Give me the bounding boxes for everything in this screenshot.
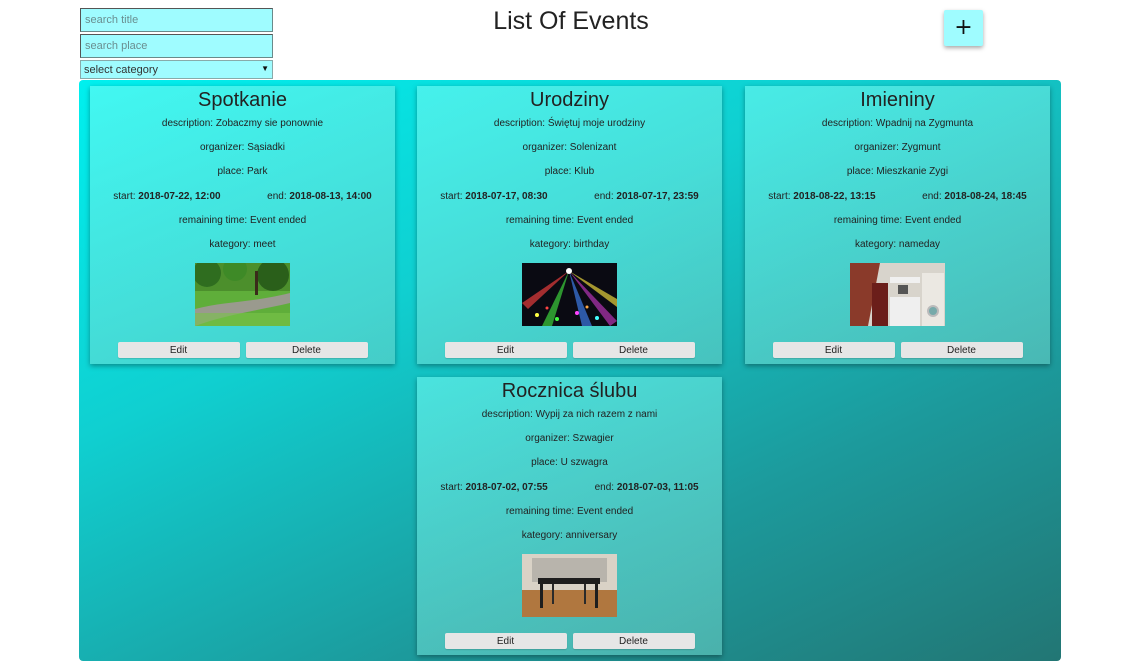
event-start: start: 2018-07-17, 08:30: [440, 191, 548, 202]
event-organizer: organizer: Solenizant: [522, 142, 617, 153]
event-end: end: 2018-08-13, 14:00: [267, 191, 372, 202]
event-image-park: [195, 263, 290, 326]
delete-button[interactable]: Delete: [572, 633, 695, 649]
event-remaining-time: remaining time: Event ended: [833, 215, 962, 226]
event-actions: Edit Delete: [90, 342, 395, 358]
event-description: description: Wpadnij na Zygmunta: [821, 118, 974, 129]
edit-button[interactable]: Edit: [444, 633, 567, 649]
event-times: start: 2018-08-22, 13:15 end: 2018-08-24…: [745, 191, 1050, 203]
event-actions: Edit Delete: [417, 633, 722, 649]
event-end: end: 2018-07-03, 11:05: [594, 482, 699, 493]
event-card: Spotkanie description: Zobaczmy sie pono…: [90, 86, 395, 364]
event-image-table: [522, 554, 617, 617]
event-end: end: 2018-07-17, 23:59: [594, 191, 699, 202]
event-times: start: 2018-07-22, 12:00 end: 2018-08-13…: [90, 191, 395, 203]
event-category: kategory: birthday: [529, 239, 610, 250]
events-container: Spotkanie description: Zobaczmy sie pono…: [79, 80, 1061, 661]
event-card: Imieniny description: Wpadnij na Zygmunt…: [745, 86, 1050, 364]
event-place: place: Klub: [544, 166, 595, 177]
event-remaining-time: remaining time: Event ended: [178, 215, 307, 226]
event-title: Imieniny: [860, 89, 935, 111]
category-select[interactable]: select category: [80, 60, 273, 79]
edit-button[interactable]: Edit: [444, 342, 567, 358]
event-actions: Edit Delete: [417, 342, 722, 358]
event-title: Spotkanie: [198, 89, 287, 111]
event-actions: Edit Delete: [745, 342, 1050, 358]
search-place-input[interactable]: [80, 34, 273, 58]
delete-button[interactable]: Delete: [572, 342, 695, 358]
event-times: start: 2018-07-02, 07:55 end: 2018-07-03…: [417, 482, 722, 494]
edit-button[interactable]: Edit: [772, 342, 895, 358]
event-title: Urodziny: [530, 89, 609, 111]
edit-button[interactable]: Edit: [117, 342, 240, 358]
delete-button[interactable]: Delete: [900, 342, 1023, 358]
event-organizer: organizer: Zygmunt: [854, 142, 941, 153]
event-description: description: Zobaczmy sie ponownie: [161, 118, 324, 129]
event-remaining-time: remaining time: Event ended: [505, 215, 634, 226]
delete-button[interactable]: Delete: [245, 342, 368, 358]
event-category: kategory: anniversary: [521, 530, 618, 541]
event-remaining-time: remaining time: Event ended: [505, 506, 634, 517]
event-card: Rocznica ślubu description: Wypij za nic…: [417, 377, 722, 655]
event-description: description: Świętuj moje urodziny: [493, 118, 646, 129]
event-place: place: Park: [217, 166, 268, 177]
event-times: start: 2018-07-17, 08:30 end: 2018-07-17…: [417, 191, 722, 203]
event-category: kategory: nameday: [854, 239, 941, 250]
event-category: kategory: meet: [209, 239, 276, 250]
event-place: place: U szwagra: [531, 457, 608, 468]
event-image-disco: [522, 263, 617, 326]
event-end: end: 2018-08-24, 18:45: [922, 191, 1027, 202]
event-card: Urodziny description: Świętuj moje urodz…: [417, 86, 722, 364]
event-start: start: 2018-07-02, 07:55: [440, 482, 548, 493]
event-title: Rocznica ślubu: [501, 380, 638, 402]
event-description: description: Wypij za nich razem z nami: [481, 409, 658, 420]
event-organizer: organizer: Sąsiadki: [199, 142, 286, 153]
event-image-kitchen: [850, 263, 945, 326]
event-start: start: 2018-07-22, 12:00: [113, 191, 221, 202]
add-event-button[interactable]: +: [944, 10, 983, 46]
event-start: start: 2018-08-22, 13:15: [768, 191, 876, 202]
event-organizer: organizer: Szwagier: [525, 433, 614, 444]
event-place: place: Mieszkanie Zygi: [846, 166, 949, 177]
category-select-wrapper: select category ▼: [80, 60, 273, 79]
